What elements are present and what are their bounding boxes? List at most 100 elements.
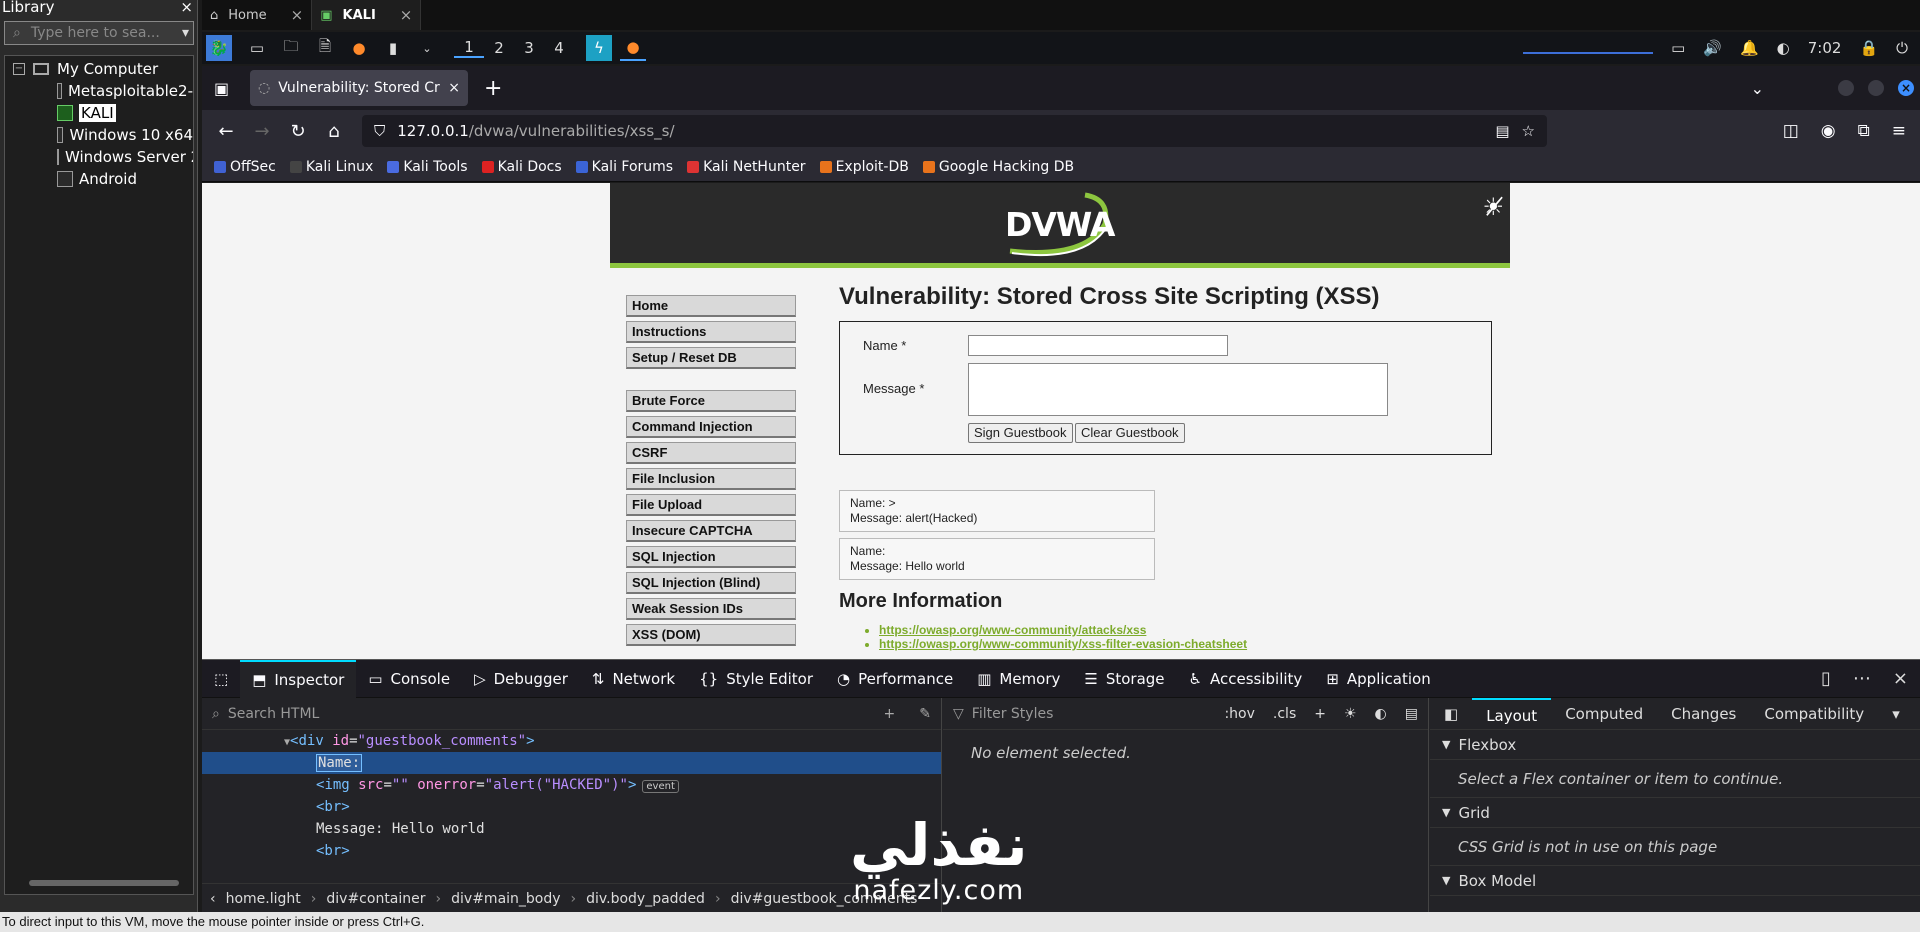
tree-item-vm[interactable]: Metasploitable2- bbox=[5, 80, 193, 102]
volume-icon[interactable]: 🔊 bbox=[1703, 39, 1722, 57]
close-icon[interactable]: × bbox=[448, 80, 460, 96]
print-media-icon[interactable]: ▤ bbox=[1405, 706, 1418, 722]
menu-item-instructions[interactable]: Instructions bbox=[626, 321, 796, 343]
breadcrumb-item[interactable]: home.light bbox=[226, 891, 301, 907]
element-picker-icon[interactable]: ⬚ bbox=[202, 660, 240, 698]
menu-item-setup[interactable]: Setup / Reset DB bbox=[626, 347, 796, 369]
eyedropper-icon[interactable]: ✎ bbox=[919, 706, 931, 722]
tab-kali[interactable]: ▣ KALI × bbox=[312, 0, 422, 30]
firefox-view-icon[interactable]: ▣ bbox=[214, 79, 229, 98]
shield-icon[interactable]: ⛉ bbox=[374, 122, 385, 140]
bookmark-star-icon[interactable]: ☆ bbox=[1522, 122, 1535, 140]
bookmark-item[interactable]: Google Hacking DB bbox=[922, 159, 1074, 175]
extensions-icon[interactable]: ⧉ bbox=[1858, 121, 1870, 141]
bookmark-item[interactable]: Exploit-DB bbox=[819, 159, 909, 175]
tab-home[interactable]: ⌂ Home × bbox=[202, 0, 313, 30]
browser-tab[interactable]: ◌ Vulnerability: Stored Cros × bbox=[250, 70, 468, 106]
kali-menu-icon[interactable]: 🐉 bbox=[206, 35, 232, 61]
light-mode-icon[interactable]: ☀ bbox=[1344, 706, 1357, 722]
chevron-down-icon[interactable]: ▾ bbox=[1878, 698, 1914, 730]
dark-mode-icon[interactable]: ◐ bbox=[1375, 706, 1387, 722]
close-icon[interactable]: × bbox=[1893, 668, 1908, 689]
reader-view-icon[interactable]: ▤ bbox=[1495, 122, 1509, 140]
url-text[interactable]: 127.0.0.1/dvwa/vulnerabilities/xss_s/ bbox=[397, 122, 1483, 140]
text-editor-icon[interactable]: 🗎 bbox=[312, 35, 338, 61]
tree-item-vm[interactable]: KALI bbox=[5, 102, 193, 124]
tab-console[interactable]: ▭ Console bbox=[356, 660, 462, 698]
clear-guestbook-button[interactable]: Clear Guestbook bbox=[1075, 423, 1185, 443]
box-model-section-header[interactable]: ▼ Box Model bbox=[1430, 866, 1920, 896]
tab-performance[interactable]: ◔ Performance bbox=[825, 660, 965, 698]
add-rule-icon[interactable]: + bbox=[1314, 706, 1326, 722]
pocket-icon[interactable]: ◫ bbox=[1783, 121, 1799, 141]
message-textarea[interactable] bbox=[968, 363, 1388, 416]
cls-toggle[interactable]: .cls bbox=[1273, 706, 1296, 722]
responsive-design-icon[interactable]: ▯ bbox=[1821, 668, 1831, 689]
markup-node[interactable]: ▼<div id="guestbook_comments"> bbox=[202, 730, 941, 752]
tab-application[interactable]: ⊞ Application bbox=[1314, 660, 1442, 698]
tab-network[interactable]: ⇅ Network bbox=[580, 660, 687, 698]
hov-toggle[interactable]: :hov bbox=[1224, 706, 1254, 722]
bookmark-item[interactable]: Kali Forums bbox=[575, 159, 673, 175]
bookmark-item[interactable]: Kali Linux bbox=[289, 159, 373, 175]
tab-storage[interactable]: ☰ Storage bbox=[1072, 660, 1176, 698]
chevron-down-icon[interactable]: ▾ bbox=[182, 25, 193, 41]
back-icon[interactable]: ← bbox=[208, 121, 244, 142]
bookmark-item[interactable]: Kali Tools bbox=[387, 159, 468, 175]
menu-item-weak-session-ids[interactable]: Weak Session IDs bbox=[626, 598, 796, 620]
menu-icon[interactable]: ≡ bbox=[1892, 121, 1906, 141]
tree-item-vm[interactable]: Windows 10 x64 bbox=[5, 124, 193, 146]
tree-item-my-computer[interactable]: − My Computer bbox=[5, 58, 193, 80]
power-icon[interactable]: ⏻ bbox=[1896, 39, 1908, 57]
menu-item-file-upload[interactable]: File Upload bbox=[626, 494, 796, 516]
menu-item-csrf[interactable]: CSRF bbox=[626, 442, 796, 464]
grid-section-header[interactable]: ▼ Grid bbox=[1430, 798, 1920, 828]
reload-icon[interactable]: ↻ bbox=[280, 121, 316, 142]
tab-accessibility[interactable]: ♿ Accessibility bbox=[1177, 660, 1315, 698]
file-manager-icon[interactable]: 🗀 bbox=[278, 35, 304, 61]
display-icon[interactable]: ▭ bbox=[1671, 39, 1685, 57]
tree-item-vm[interactable]: Windows Server 2 bbox=[5, 146, 193, 168]
breadcrumb-item[interactable]: div.body_padded bbox=[586, 891, 705, 907]
terminal-icon[interactable]: ▮ bbox=[380, 35, 406, 61]
library-search-input[interactable]: ⌕ Type here to sea... ▾ bbox=[4, 21, 194, 45]
workspace-4[interactable]: 4 bbox=[544, 39, 574, 57]
markup-node[interactable]: <br> bbox=[202, 796, 941, 818]
sign-guestbook-button[interactable]: Sign Guestbook bbox=[968, 423, 1073, 443]
event-badge[interactable]: event bbox=[642, 780, 679, 793]
tab-list-icon[interactable]: ⌄ bbox=[1751, 79, 1764, 98]
breadcrumb-item[interactable]: div#main_body bbox=[451, 891, 560, 907]
more-info-link[interactable]: https://owasp.org/www-community/attacks/… bbox=[879, 623, 1499, 637]
markup-node[interactable]: <img src="" onerror="alert("HACKED")"> ev… bbox=[202, 774, 941, 796]
collapse-icon[interactable]: − bbox=[13, 63, 25, 75]
menu-item-command-injection[interactable]: Command Injection bbox=[626, 416, 796, 438]
tab-compatibility[interactable]: Compatibility bbox=[1750, 698, 1878, 730]
desktop-icon[interactable]: ▭ bbox=[244, 35, 270, 61]
flexbox-section-header[interactable]: ▼ Flexbox bbox=[1430, 730, 1920, 760]
forward-icon[interactable]: → bbox=[244, 121, 280, 142]
account-icon[interactable]: ◉ bbox=[1821, 121, 1836, 141]
menu-item-insecure-captcha[interactable]: Insecure CAPTCHA bbox=[626, 520, 796, 542]
name-input[interactable] bbox=[968, 335, 1228, 356]
menu-item-file-inclusion[interactable]: File Inclusion bbox=[626, 468, 796, 490]
bookmark-item[interactable]: Kali NetHunter bbox=[687, 159, 806, 175]
library-close-icon[interactable]: × bbox=[180, 0, 197, 16]
close-icon[interactable]: × bbox=[291, 6, 304, 24]
tab-computed[interactable]: Computed bbox=[1551, 698, 1657, 730]
tab-inspector[interactable]: ⬒ Inspector bbox=[240, 659, 357, 698]
search-html-input[interactable]: ⌕ Search HTML + ✎ bbox=[202, 698, 941, 730]
tab-changes[interactable]: Changes bbox=[1657, 698, 1750, 730]
close-icon[interactable]: × bbox=[400, 6, 413, 24]
clock[interactable]: 7:02 bbox=[1808, 39, 1842, 57]
markup-node[interactable]: <br> bbox=[202, 840, 941, 862]
url-bar[interactable]: ⛉ 127.0.0.1/dvwa/vulnerabilities/xss_s/ … bbox=[362, 115, 1547, 147]
new-tab-button[interactable]: + bbox=[484, 76, 502, 101]
workspace-1[interactable]: 1 bbox=[454, 38, 484, 58]
bookmark-item[interactable]: Kali Docs bbox=[481, 159, 562, 175]
add-node-icon[interactable]: + bbox=[884, 706, 896, 722]
tab-memory[interactable]: ▥ Memory bbox=[965, 660, 1072, 698]
maximize-button[interactable] bbox=[1868, 80, 1884, 96]
menu-item-home[interactable]: Home bbox=[626, 295, 796, 317]
app-icon[interactable]: ϟ bbox=[586, 35, 612, 61]
markup-node-selected[interactable]: Name: bbox=[202, 752, 941, 774]
